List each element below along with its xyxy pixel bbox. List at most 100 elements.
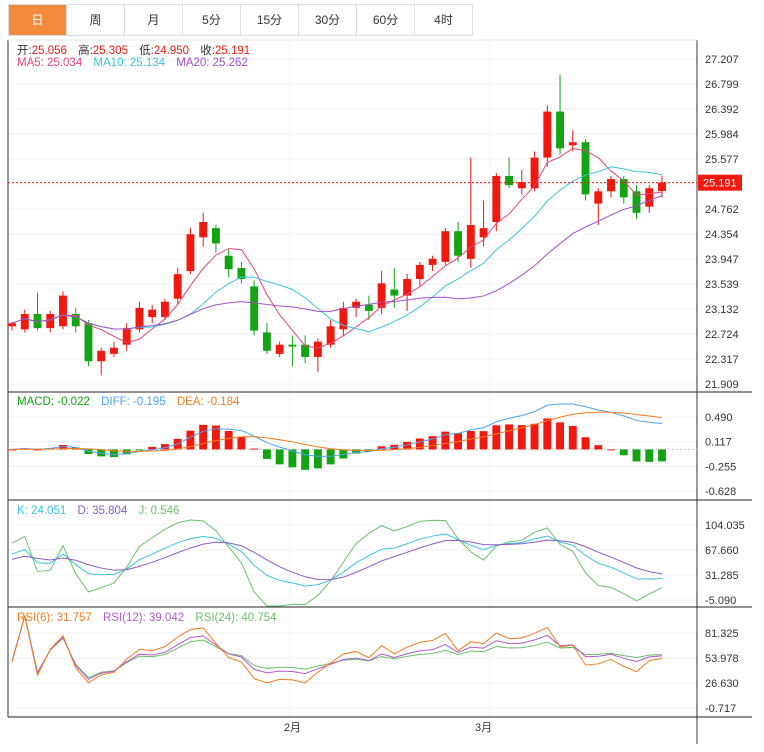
candle-up [148,309,157,318]
price-axis-tick: 26.392 [705,104,739,116]
macd-bar [632,449,641,462]
candle-up [8,323,16,327]
macd-bar [556,422,564,450]
macd-bar [645,449,654,462]
candle-up [568,142,577,146]
macd-bar [543,418,552,450]
macd-bar [237,436,246,450]
candle-down [556,111,564,149]
macd-bar [581,437,590,450]
price-axis-tick: 22.724 [705,329,739,341]
macd-bar [594,445,603,450]
candle-up [46,314,55,329]
kdj-axis-tick: 67.660 [705,545,739,557]
kdj-axis-tick: -5.090 [705,595,736,607]
macd-bar [607,449,615,451]
candle-up [97,350,106,362]
rsi12-value: RSI(12): 39.042 [103,612,185,624]
candle-down [288,344,297,347]
candle-up [59,295,67,327]
candle-up [543,111,552,158]
candle-up [135,307,144,330]
rsi24-value: RSI(24): 40.754 [195,612,277,624]
kdj-axis-tick: 31.285 [705,570,739,582]
kline-chart-widget: 日 周 月 5分 15分 30分 60分 4时 27.207 26.799 26.3… [0,0,764,752]
price-axis-tick: 25.984 [705,129,739,141]
macd-bar [250,448,259,450]
candle-up [160,301,169,318]
open-label: 开: [17,45,32,57]
d-value: D: 35.804 [77,505,128,517]
ma5-line [11,147,663,349]
macd-bar [301,449,310,470]
macd-bar [658,449,666,462]
chart-canvas[interactable]: 27.20726.79926.39225.98425.57725.16924.7… [0,0,764,752]
j-line [11,519,663,607]
candle-up [110,347,118,354]
macd-value: MACD: -0.022 [17,396,90,408]
rsi6-line [11,615,663,684]
macd-bar [505,424,514,450]
candle-down [619,179,628,198]
macd-bar [530,423,539,450]
price-axis-tick: 23.132 [705,304,739,316]
price-axis-tick: 22.317 [705,354,739,366]
price-axis-tick: 26.799 [705,79,739,91]
rsi-axis-tick: 53.978 [705,653,739,665]
candle-up [594,191,603,204]
candle-up [607,179,615,192]
x-axis-label: 2月 [284,722,301,734]
price-axis-tick: 21.909 [705,379,739,391]
macd-bar [568,425,577,450]
candle-up [173,274,182,299]
ohlc-legend: 开:25.056 高:25.305 低:24.950 收:25.191 [17,42,258,58]
candle-down [211,228,220,244]
high-label: 高: [78,45,93,57]
dea-value: DEA: -0.184 [176,396,240,408]
candle-down [224,255,233,270]
candle-up [466,225,475,259]
candle-up [275,344,284,354]
macd-axis-tick: -0.255 [705,461,736,473]
macd-bar [619,449,628,456]
rsi6-value: RSI(6): 31.757 [17,612,92,624]
diff-line [11,403,663,457]
macd-bar [466,430,475,450]
macd-axis-tick: 0.117 [705,437,732,449]
j-value: J: 0.546 [138,505,180,517]
ma20-value: MA20: 25.262 [176,57,248,69]
rsi-legend: RSI(6): 31.757 RSI(12): 39.042 RSI(24): … [17,612,285,624]
price-axis-tick: 24.762 [705,204,739,216]
macd-bar [313,449,322,469]
macd-bar [492,425,501,450]
candle-down [364,304,373,311]
ma5-value: MA5: 25.034 [17,57,83,69]
candle-up [645,188,654,207]
current-price-label: 25.191 [703,178,737,190]
candle-down [84,323,93,362]
ma10-value: MA10: 25.134 [93,57,166,69]
price-axis-tick: 23.947 [705,254,739,266]
macd-bar [275,449,284,465]
low-value: 24.950 [153,45,190,57]
candle-up [428,258,437,265]
close-value: 25.191 [214,45,251,57]
ma-legend: MA5: 25.034 MA10: 25.134 MA20: 25.262 [17,57,256,69]
macd-axis-tick: 0.490 [705,412,733,424]
high-value: 25.305 [92,45,128,57]
close-label: 收: [200,45,215,57]
kdj-axis-tick: 104.035 [705,520,745,532]
macd-bar [479,431,488,450]
d-line [11,539,663,581]
candle-down [454,231,463,256]
kdj-legend: K: 24.051 D: 35.804 J: 0.546 [17,505,187,517]
rsi-axis-tick: 81.325 [705,628,739,640]
candle-up [403,279,412,296]
candle-up [199,221,208,238]
candle-up [20,314,29,330]
ma10-line [11,166,663,333]
low-label: 低: [139,45,154,57]
candle-down [390,289,399,296]
macd-bar [199,424,208,450]
rsi24-line [11,615,663,679]
